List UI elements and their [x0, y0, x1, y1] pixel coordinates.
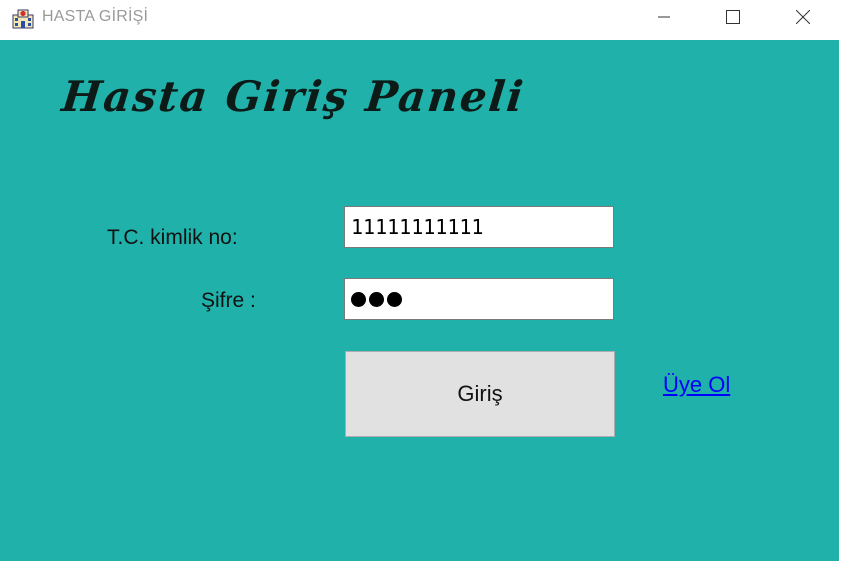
window-title: HASTA GİRİŞİ	[42, 8, 149, 25]
password-input[interactable]	[344, 278, 614, 320]
maximize-icon	[726, 10, 740, 24]
register-link[interactable]: Üye Ol	[663, 372, 730, 398]
login-button[interactable]: Giriş	[345, 351, 615, 437]
tc-label: T.C. kimlik no:	[107, 226, 238, 249]
hospital-icon	[12, 9, 34, 29]
minimize-button[interactable]	[630, 0, 698, 34]
login-window: HASTA GİRİŞİ Hasta Giriş Paneli T.C. kim…	[0, 0, 841, 561]
title-bar[interactable]: HASTA GİRİŞİ	[0, 0, 841, 40]
page-title: Hasta Giriş Paneli	[59, 72, 528, 121]
close-icon	[796, 10, 810, 24]
password-mask-dot	[369, 291, 384, 307]
password-mask-dot	[387, 291, 402, 307]
password-mask-dot	[351, 291, 366, 307]
password-label: Şifre :	[201, 289, 256, 312]
maximize-button[interactable]	[699, 0, 767, 34]
close-button[interactable]	[769, 0, 837, 34]
tc-input[interactable]: 11111111111	[344, 206, 614, 248]
minimize-icon	[658, 16, 670, 18]
